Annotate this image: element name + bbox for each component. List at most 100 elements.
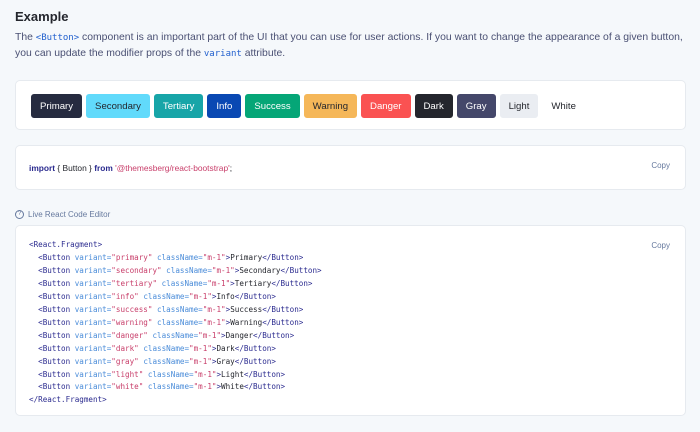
help-icon: ? bbox=[15, 210, 24, 219]
code-line: <Button variant="tertiary" className="m-… bbox=[29, 278, 313, 288]
code-line: </React.Fragment> bbox=[29, 394, 322, 407]
classname-value: "m-1" bbox=[211, 265, 235, 275]
classname-value: "m-1" bbox=[193, 369, 217, 379]
variant-attr: variant= bbox=[74, 252, 112, 262]
variant-value: "primary" bbox=[111, 252, 153, 262]
button-dark[interactable]: Dark bbox=[414, 94, 453, 118]
classname-value: "m-1" bbox=[193, 382, 217, 392]
variant-attr: variant= bbox=[74, 343, 112, 353]
button-white[interactable]: White bbox=[542, 94, 585, 118]
button-gray[interactable]: Gray bbox=[456, 94, 496, 118]
code-line: <Button variant="danger" className="m-1"… bbox=[29, 330, 295, 340]
variant-value: "success" bbox=[111, 304, 153, 314]
code-line: <React.Fragment> bbox=[29, 239, 322, 252]
button-text: Info bbox=[216, 291, 235, 301]
copy-import-button[interactable]: Copy bbox=[651, 161, 670, 170]
variant-attr: variant= bbox=[74, 369, 112, 379]
variant-value: "white" bbox=[111, 382, 144, 392]
classname-attr: className= bbox=[161, 278, 208, 288]
variant-attr: variant= bbox=[74, 317, 112, 327]
button-text: Danger bbox=[225, 330, 254, 340]
live-code-editor[interactable]: <React.Fragment> <Button variant="primar… bbox=[15, 225, 686, 416]
description-text: component is an important part of the UI… bbox=[15, 32, 683, 59]
variant-value: "light" bbox=[111, 369, 144, 379]
code-line: <Button variant="success" className="m-1… bbox=[29, 304, 304, 314]
classname-attr: className= bbox=[157, 304, 203, 314]
button-primary[interactable]: Primary bbox=[31, 94, 83, 118]
classname-value: "m-1" bbox=[189, 291, 212, 301]
code-line: <Button variant="primary" className="m-1… bbox=[29, 252, 304, 262]
import-code: import { Button } from '@themesberg/reac… bbox=[29, 163, 232, 173]
classname-attr: className= bbox=[147, 382, 194, 392]
variant-attr: variant= bbox=[74, 265, 112, 275]
description-code-variant: variant bbox=[203, 49, 242, 59]
classname-value: "m-1" bbox=[202, 304, 226, 314]
button-light[interactable]: Light bbox=[499, 94, 539, 118]
button-text: Light bbox=[221, 369, 244, 379]
classname-value: "m-1" bbox=[189, 356, 212, 366]
variant-attr: variant= bbox=[74, 330, 112, 340]
buttons-row: Primary Secondary Tertiary Info Success Warni… bbox=[31, 94, 589, 118]
description-text: The bbox=[15, 32, 36, 43]
classname-attr: className= bbox=[157, 317, 203, 327]
from-keyword: from bbox=[94, 163, 113, 173]
button-danger[interactable]: Danger bbox=[361, 94, 411, 118]
import-names: { Button } bbox=[55, 163, 95, 173]
button-text: Dark bbox=[216, 343, 235, 353]
code-line: <Button variant="dark" className="m-1">D… bbox=[29, 343, 276, 353]
classname-attr: className= bbox=[152, 330, 199, 340]
copy-code-button[interactable]: Copy bbox=[651, 241, 670, 250]
fragment-close-tag: </React.Fragment> bbox=[29, 395, 107, 405]
classname-value: "m-1" bbox=[189, 343, 212, 353]
button-text: Primary bbox=[230, 252, 263, 262]
button-success[interactable]: Success bbox=[245, 94, 300, 118]
variant-value: "secondary" bbox=[111, 265, 162, 275]
variant-value: "tertiary" bbox=[111, 278, 158, 288]
classname-attr: className= bbox=[147, 369, 194, 379]
import-semicolon: ; bbox=[229, 163, 233, 173]
classname-attr: className= bbox=[143, 356, 190, 366]
variant-value: "warning" bbox=[111, 317, 153, 327]
classname-value: "m-1" bbox=[202, 252, 226, 262]
classname-attr: className= bbox=[143, 291, 190, 301]
variant-value: "info" bbox=[111, 291, 139, 301]
code-line: <Button variant="secondary" className="m… bbox=[29, 265, 322, 275]
variant-attr: variant= bbox=[74, 304, 112, 314]
live-editor-label: ? Live React Code Editor bbox=[15, 210, 110, 219]
button-info[interactable]: Info bbox=[207, 94, 242, 118]
button-text: Tertiary bbox=[234, 278, 272, 288]
code-line: <Button variant="info" className="m-1">I… bbox=[29, 291, 276, 301]
button-text: Secondary bbox=[239, 265, 281, 275]
buttons-preview-card: Primary Secondary Tertiary Info Success Warni… bbox=[15, 80, 686, 130]
variant-value: "gray" bbox=[111, 356, 139, 366]
button-secondary[interactable]: Secondary bbox=[86, 94, 150, 118]
button-tertiary[interactable]: Tertiary bbox=[153, 94, 204, 118]
classname-value: "m-1" bbox=[202, 317, 226, 327]
variant-attr: variant= bbox=[74, 382, 112, 392]
button-text: Gray bbox=[216, 356, 235, 366]
button-text: Success bbox=[230, 304, 263, 314]
classname-attr: className= bbox=[157, 252, 203, 262]
description-code-button: <Button> bbox=[35, 33, 80, 43]
button-warning[interactable]: Warning bbox=[303, 94, 358, 118]
code-editor-content[interactable]: <React.Fragment> <Button variant="primar… bbox=[29, 239, 322, 407]
code-line: <Button variant="warning" className="m-1… bbox=[29, 317, 304, 327]
variant-value: "danger" bbox=[111, 330, 148, 340]
live-editor-label-text: Live React Code Editor bbox=[28, 210, 111, 219]
code-line: <Button variant="white" className="m-1">… bbox=[29, 382, 286, 392]
import-keyword: import bbox=[29, 163, 56, 173]
fragment-open-tag: <React.Fragment> bbox=[29, 240, 103, 249]
section-heading: Example bbox=[15, 9, 69, 24]
classname-attr: className= bbox=[143, 343, 190, 353]
button-text: Warning bbox=[230, 317, 263, 327]
classname-value: "m-1" bbox=[207, 278, 231, 288]
classname-value: "m-1" bbox=[198, 330, 222, 340]
variant-attr: variant= bbox=[74, 278, 112, 288]
description-text: attribute. bbox=[241, 48, 286, 59]
variant-attr: variant= bbox=[74, 356, 112, 366]
code-line: <Button variant="gray" className="m-1">G… bbox=[29, 356, 276, 366]
import-snippet-card: import { Button } from '@themesberg/reac… bbox=[15, 145, 686, 190]
import-path: '@themesberg/react-bootstrap' bbox=[115, 163, 230, 173]
code-line: <Button variant="light" className="m-1">… bbox=[29, 369, 286, 379]
button-text: White bbox=[221, 382, 244, 392]
